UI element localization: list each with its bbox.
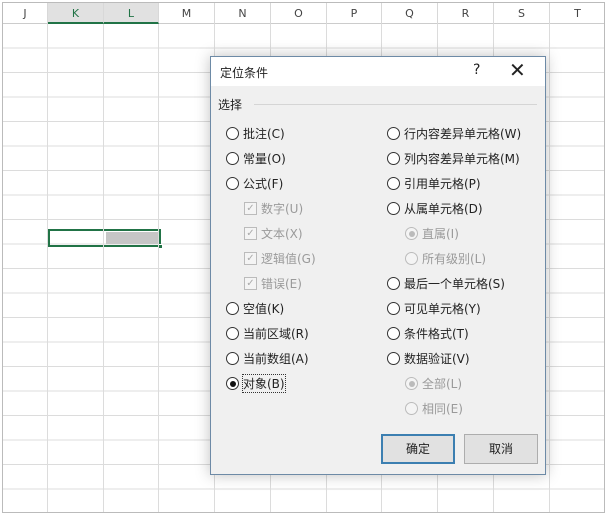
option-label: 直属(I)	[422, 227, 459, 241]
option-label: 数据验证(V)	[404, 352, 470, 366]
radio-icon	[226, 152, 239, 165]
radio-icon	[387, 302, 400, 315]
radio-icon	[387, 177, 400, 190]
radio-right-9[interactable]: 数据验证(V)	[387, 350, 470, 367]
radio-right-7[interactable]: 可见单元格(Y)	[387, 300, 481, 317]
column-gridline	[47, 24, 48, 512]
radio-left-2[interactable]: 公式(F)	[226, 175, 283, 192]
radio-icon	[226, 327, 239, 340]
radio-right-1[interactable]: 列内容差异单元格(M)	[387, 150, 520, 167]
radio-icon	[387, 127, 400, 140]
go-to-special-dialog: 定位条件 ? ✕ 选择 批注(C) 常量(O) 公式(F) ✓ 数字(U) ✓ 文本(X) ✓…	[210, 56, 546, 475]
checkbox-left-3: ✓ 数字(U)	[244, 200, 303, 217]
option-label: 文本(X)	[261, 227, 303, 241]
column-header-S[interactable]: S	[494, 3, 550, 24]
checkbox-icon: ✓	[244, 277, 257, 290]
option-label: 所有级别(L)	[422, 252, 487, 266]
column-header-O[interactable]: O	[271, 3, 327, 24]
checkbox-left-4: ✓ 文本(X)	[244, 225, 303, 242]
selected-cell-range[interactable]	[48, 229, 163, 249]
option-label: 空值(K)	[243, 302, 285, 316]
radio-icon	[226, 352, 239, 365]
radio-icon	[387, 202, 400, 215]
radio-right-11: 相同(E)	[405, 400, 463, 417]
radio-left-10[interactable]: 对象(B)	[226, 374, 286, 393]
column-header-R[interactable]: R	[438, 3, 494, 24]
radio-left-7[interactable]: 空值(K)	[226, 300, 284, 317]
radio-icon	[226, 302, 239, 315]
column-header-J[interactable]: J	[3, 3, 48, 24]
radio-right-6[interactable]: 最后一个单元格(S)	[387, 275, 505, 292]
column-header-K[interactable]: K	[48, 3, 104, 24]
radio-icon	[387, 277, 400, 290]
group-divider	[254, 104, 537, 105]
option-label: 相同(E)	[422, 402, 463, 416]
close-icon[interactable]: ✕	[509, 59, 526, 81]
checkbox-icon: ✓	[244, 202, 257, 215]
column-header-P[interactable]: P	[327, 3, 382, 24]
radio-icon	[405, 402, 418, 415]
option-label: 引用单元格(P)	[404, 177, 481, 191]
column-header-M[interactable]: M	[159, 3, 215, 24]
column-header-L[interactable]: L	[104, 3, 159, 24]
option-label: 从属单元格(D)	[404, 202, 483, 216]
radio-icon	[226, 377, 239, 390]
ok-button[interactable]: 确定	[381, 434, 455, 464]
radio-right-4: 直属(I)	[405, 225, 459, 242]
radio-right-3[interactable]: 从属单元格(D)	[387, 200, 483, 217]
radio-left-9[interactable]: 当前数组(A)	[226, 350, 309, 367]
option-label: 常量(O)	[243, 152, 286, 166]
column-header-T[interactable]: T	[550, 3, 604, 24]
checkbox-icon: ✓	[244, 252, 257, 265]
option-label: 逻辑值(G)	[261, 252, 316, 266]
option-label: 全部(L)	[422, 377, 463, 391]
help-icon[interactable]: ?	[473, 62, 480, 78]
option-label: 条件格式(T)	[404, 327, 469, 341]
radio-icon	[405, 252, 418, 265]
option-label: 批注(C)	[243, 127, 285, 141]
option-label: 数字(U)	[261, 202, 304, 216]
checkbox-left-6: ✓ 错误(E)	[244, 275, 302, 292]
radio-icon	[226, 177, 239, 190]
option-label: 列内容差异单元格(M)	[404, 152, 520, 166]
radio-right-2[interactable]: 引用单元格(P)	[387, 175, 481, 192]
column-header-N[interactable]: N	[215, 3, 271, 24]
option-label: 当前区域(R)	[243, 327, 309, 341]
option-label: 行内容差异单元格(W)	[404, 127, 522, 141]
radio-left-8[interactable]: 当前区域(R)	[226, 325, 309, 342]
option-label: 公式(F)	[243, 177, 284, 191]
column-header-row: JKLMNOPQRST	[3, 3, 604, 24]
option-label: 当前数组(A)	[243, 352, 309, 366]
checkbox-left-5: ✓ 逻辑值(G)	[244, 250, 316, 267]
radio-icon	[405, 377, 418, 390]
column-gridline	[103, 24, 104, 512]
dialog-title: 定位条件	[220, 66, 269, 80]
cancel-button[interactable]: 取消	[464, 434, 538, 464]
option-label: 错误(E)	[261, 277, 302, 291]
column-header-Q[interactable]: Q	[382, 3, 438, 24]
radio-icon	[387, 352, 400, 365]
cell-fill	[106, 232, 158, 244]
radio-left-1[interactable]: 常量(O)	[226, 150, 286, 167]
radio-icon	[405, 227, 418, 240]
option-label: 最后一个单元格(S)	[404, 277, 505, 291]
radio-right-5: 所有级别(L)	[405, 250, 486, 267]
radio-icon	[387, 327, 400, 340]
dialog-title-bar: 定位条件 ? ✕	[211, 57, 545, 86]
radio-icon	[387, 152, 400, 165]
group-label: 选择	[218, 98, 243, 112]
option-label: 可见单元格(Y)	[404, 302, 481, 316]
radio-right-0[interactable]: 行内容差异单元格(W)	[387, 125, 521, 142]
column-gridline	[549, 24, 550, 512]
radio-left-0[interactable]: 批注(C)	[226, 125, 285, 142]
radio-icon	[226, 127, 239, 140]
radio-right-8[interactable]: 条件格式(T)	[387, 325, 469, 342]
option-label: 对象(B)	[242, 374, 286, 393]
column-gridline	[158, 24, 159, 512]
radio-right-10: 全部(L)	[405, 375, 462, 392]
checkbox-icon: ✓	[244, 227, 257, 240]
